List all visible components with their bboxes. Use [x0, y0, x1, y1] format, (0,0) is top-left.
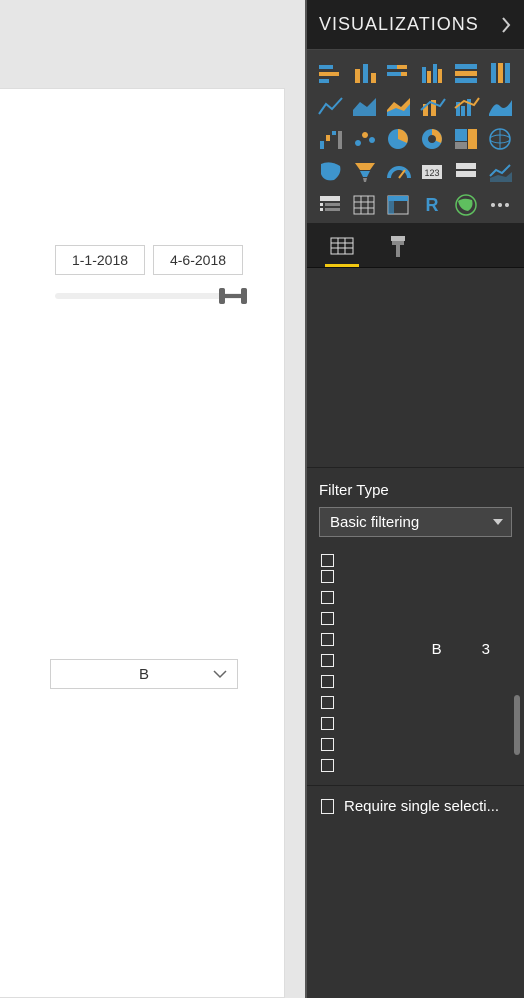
- ribbon-chart-icon[interactable]: [485, 91, 515, 120]
- stacked-column-icon[interactable]: [349, 58, 379, 87]
- require-single-selection-row[interactable]: Require single selecti...: [307, 785, 524, 827]
- donut-icon[interactable]: [417, 124, 447, 153]
- pie-icon[interactable]: [383, 124, 413, 153]
- filter-value-checkbox[interactable]: [321, 612, 334, 625]
- line-clustered-column-icon[interactable]: [451, 91, 481, 120]
- filter-type-label: Filter Type: [319, 482, 512, 499]
- filter-value-checkbox[interactable]: [321, 675, 334, 688]
- pane-title: VISUALIZATIONS: [319, 14, 479, 35]
- line-chart-icon[interactable]: [315, 91, 345, 120]
- dropdown-slicer-visual[interactable]: B: [50, 659, 238, 689]
- filter-value-item[interactable]: [307, 587, 524, 608]
- slider-handle-icon[interactable]: [219, 287, 247, 305]
- filter-type-select[interactable]: Basic filtering: [319, 507, 512, 537]
- hundred-stacked-column-icon[interactable]: [485, 58, 515, 87]
- map-icon[interactable]: [485, 124, 515, 153]
- slicer-icon[interactable]: [315, 190, 345, 219]
- more-visuals-icon[interactable]: [485, 190, 515, 219]
- pane-spacer: [307, 827, 524, 998]
- filter-value-checkbox[interactable]: [321, 654, 334, 667]
- visualization-gallery: 123 R: [307, 50, 524, 224]
- require-single-label: Require single selecti...: [344, 798, 499, 815]
- area-chart-icon[interactable]: [349, 91, 379, 120]
- hundred-stacked-bar-icon[interactable]: [451, 58, 481, 87]
- clustered-bar-icon[interactable]: [383, 58, 413, 87]
- filter-value-checkbox[interactable]: [321, 759, 334, 772]
- stacked-bar-icon[interactable]: [315, 58, 345, 87]
- filter-value-checkbox[interactable]: [321, 633, 334, 646]
- report-page[interactable]: 1-1-2018 4-6-2018 B: [0, 88, 285, 998]
- visualizations-pane: VISUALIZATIONS 123 R Filter Type Basic fi…: [305, 0, 524, 998]
- svg-text:R: R: [426, 195, 439, 215]
- filter-type-section: Filter Type Basic filtering: [307, 468, 524, 545]
- multi-row-card-icon[interactable]: [451, 157, 481, 186]
- filter-value-item[interactable]: [307, 545, 524, 566]
- date-slicer-slider[interactable]: [55, 287, 243, 305]
- filter-value-checkbox[interactable]: [321, 554, 334, 567]
- table-icon[interactable]: [349, 190, 379, 219]
- stacked-area-icon[interactable]: [383, 91, 413, 120]
- filter-values-list[interactable]: B 3: [307, 545, 524, 785]
- filter-value-checkbox[interactable]: [321, 696, 334, 709]
- clustered-column-icon[interactable]: [417, 58, 447, 87]
- filter-value-checkbox[interactable]: [321, 717, 334, 730]
- filter-value-checkbox[interactable]: [321, 738, 334, 751]
- date-end-input[interactable]: 4-6-2018: [153, 245, 243, 275]
- filter-value-item[interactable]: [307, 713, 524, 734]
- filter-value-item[interactable]: [307, 650, 524, 671]
- treemap-icon[interactable]: [451, 124, 481, 153]
- waterfall-icon[interactable]: [315, 124, 345, 153]
- filter-value-item[interactable]: [307, 692, 524, 713]
- format-tab[interactable]: [381, 227, 415, 267]
- pane-tabs: [307, 224, 524, 268]
- scrollbar-thumb[interactable]: [514, 695, 520, 755]
- filter-value-item[interactable]: [307, 734, 524, 755]
- arcgis-icon[interactable]: [451, 190, 481, 219]
- dropdown-slicer-value: B: [139, 666, 149, 683]
- filter-value-item[interactable]: [307, 608, 524, 629]
- filter-value-checkbox[interactable]: [321, 591, 334, 604]
- pane-header: VISUALIZATIONS: [307, 0, 524, 50]
- filter-value-checkbox[interactable]: [321, 570, 334, 583]
- require-single-checkbox[interactable]: [321, 799, 334, 814]
- filled-map-icon[interactable]: [315, 157, 345, 186]
- r-visual-icon[interactable]: R: [417, 190, 447, 219]
- svg-text:123: 123: [424, 168, 439, 178]
- matrix-icon[interactable]: [383, 190, 413, 219]
- date-slicer-visual[interactable]: 1-1-2018 4-6-2018: [55, 245, 243, 305]
- filter-type-value: Basic filtering: [330, 514, 419, 531]
- gauge-icon[interactable]: [383, 157, 413, 186]
- report-canvas-area: 1-1-2018 4-6-2018 B: [0, 0, 305, 998]
- fields-tab[interactable]: [325, 227, 359, 267]
- funnel-icon[interactable]: [349, 157, 379, 186]
- filter-value-item[interactable]: [307, 755, 524, 776]
- filter-value-item[interactable]: [307, 671, 524, 692]
- scatter-icon[interactable]: [349, 124, 379, 153]
- kpi-icon[interactable]: [485, 157, 515, 186]
- line-stacked-column-icon[interactable]: [417, 91, 447, 120]
- field-wells-area[interactable]: [307, 268, 524, 468]
- expand-pane-icon[interactable]: [500, 15, 512, 35]
- dropdown-caret-icon: [493, 519, 503, 525]
- filter-value-item[interactable]: [307, 566, 524, 587]
- filter-value-item[interactable]: [307, 629, 524, 650]
- date-start-input[interactable]: 1-1-2018: [55, 245, 145, 275]
- chevron-down-icon: [213, 669, 227, 679]
- card-icon[interactable]: 123: [417, 157, 447, 186]
